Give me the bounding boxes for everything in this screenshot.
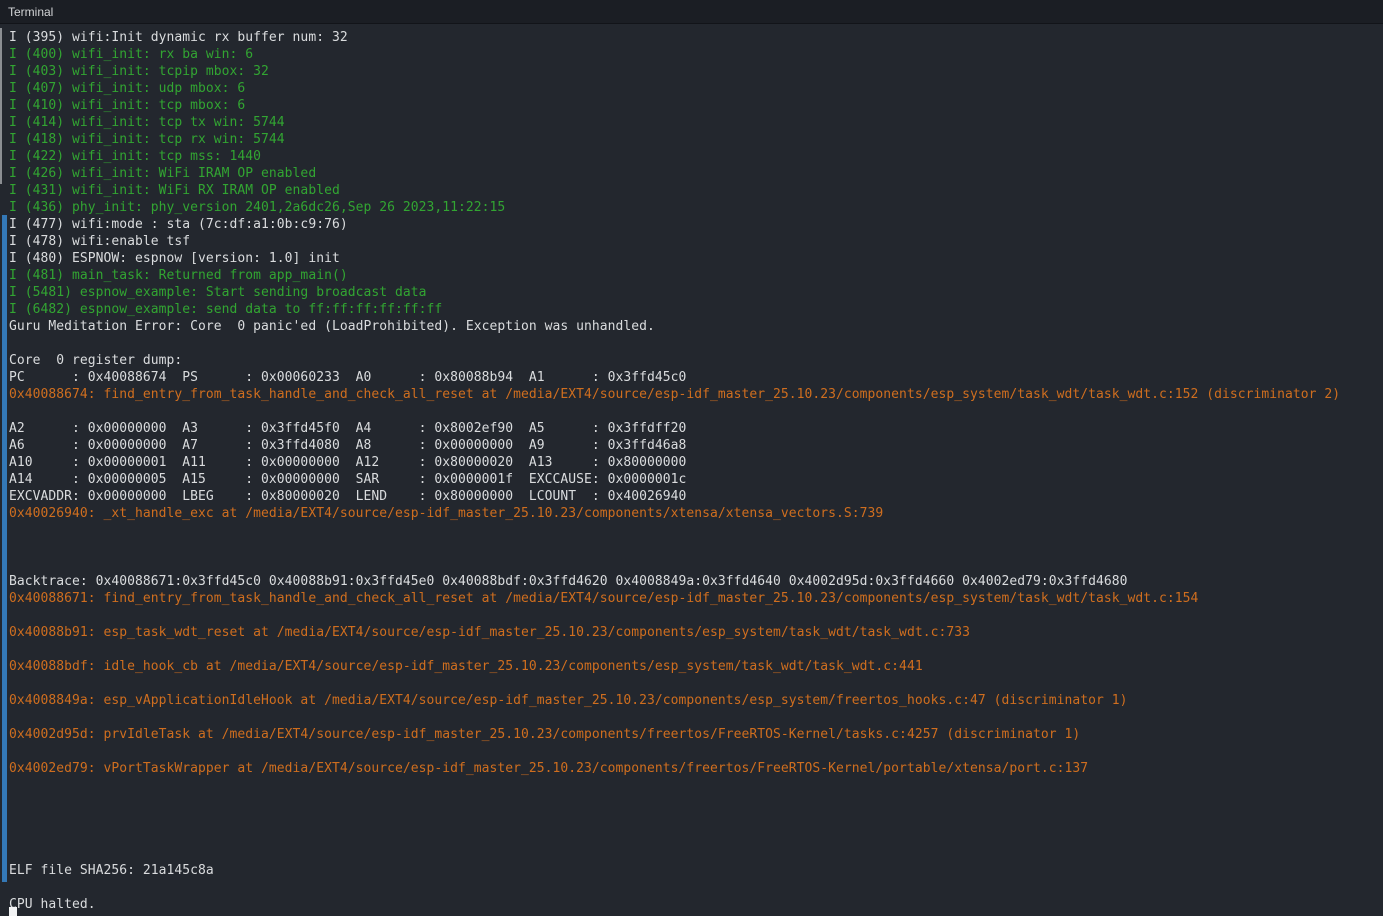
terminal-cursor [9, 907, 17, 916]
terminal-line: ELF file SHA256: 21a145c8a [9, 863, 214, 878]
terminal-line: I (418) wifi_init: tcp rx win: 5744 [9, 132, 285, 147]
terminal-line: I (6482) espnow_example: send data to ff… [9, 302, 443, 317]
terminal-titlebar: Terminal [0, 0, 1383, 24]
terminal-line: I (422) wifi_init: tcp mss: 1440 [9, 149, 262, 164]
terminal-line: I (477) wifi:mode : sta (7c:df:a1:0b:c9:… [9, 217, 348, 232]
terminal-window: Terminal I (395) wifi:Init dynamic rx bu… [0, 0, 1383, 916]
terminal-line: I (478) wifi:enable tsf [9, 234, 191, 249]
terminal-line: Backtrace: 0x40088671:0x3ffd45c0 0x40088… [9, 574, 1128, 589]
scroll-indicator-bar[interactable] [2, 215, 7, 882]
terminal-line: A14 : 0x00000005 A15 : 0x00000000 SAR : … [9, 472, 687, 487]
terminal-line: I (395) wifi:Init dynamic rx buffer num:… [9, 30, 348, 45]
terminal-line: EXCVADDR: 0x00000000 LBEG : 0x80000020 L… [9, 489, 687, 504]
terminal-line: I (436) phy_init: phy_version 2401,2a6dc… [9, 200, 506, 215]
terminal-line: A2 : 0x00000000 A3 : 0x3ffd45f0 A4 : 0x8… [9, 421, 687, 436]
terminal-line: 0x4008849a: esp_vApplicationIdleHook at … [9, 693, 1128, 708]
terminal-line: 0x40026940: _xt_handle_exc at /media/EXT… [9, 506, 884, 521]
terminal-line: I (481) main_task: Returned from app_mai… [9, 268, 348, 283]
terminal-line: A6 : 0x00000000 A7 : 0x3ffd4080 A8 : 0x0… [9, 438, 687, 453]
terminal-line: Core 0 register dump: [9, 353, 183, 368]
terminal-line: A10 : 0x00000001 A11 : 0x00000000 A12 : … [9, 455, 687, 470]
terminal-line: Guru Meditation Error: Core 0 panic'ed (… [9, 319, 655, 334]
terminal-line: I (426) wifi_init: WiFi IRAM OP enabled [9, 166, 317, 181]
terminal-line: I (414) wifi_init: tcp tx win: 5744 [9, 115, 285, 130]
terminal-line: 0x40088674: find_entry_from_task_handle_… [9, 387, 1341, 402]
terminal-line: I (407) wifi_init: udp mbox: 6 [9, 81, 246, 96]
terminal-title: Terminal [8, 4, 54, 19]
terminal-line: 0x4002d95d: prvIdleTask at /media/EXT4/s… [9, 727, 1081, 742]
terminal-line: 0x40088671: find_entry_from_task_handle_… [9, 591, 1199, 606]
scrollback-marker-gray [0, 28, 2, 184]
terminal-line: I (5481) espnow_example: Start sending b… [9, 285, 427, 300]
terminal-line: CPU halted. [9, 897, 96, 912]
terminal-line: 0x40088bdf: idle_hook_cb at /media/EXT4/… [9, 659, 923, 674]
terminal-line: I (480) ESPNOW: espnow [version: 1.0] in… [9, 251, 340, 266]
terminal-line: I (410) wifi_init: tcp mbox: 6 [9, 98, 246, 113]
terminal-line: I (431) wifi_init: WiFi RX IRAM OP enabl… [9, 183, 340, 198]
terminal-line: I (400) wifi_init: rx ba win: 6 [9, 47, 254, 62]
terminal-line: 0x4002ed79: vPortTaskWrapper at /media/E… [9, 761, 1089, 776]
terminal-output[interactable]: I (395) wifi:Init dynamic rx buffer num:… [0, 25, 1383, 916]
terminal-line: PC : 0x40088674 PS : 0x00060233 A0 : 0x8… [9, 370, 687, 385]
terminal-line: I (403) wifi_init: tcpip mbox: 32 [9, 64, 269, 79]
terminal-line: 0x40088b91: esp_task_wdt_reset at /media… [9, 625, 970, 640]
